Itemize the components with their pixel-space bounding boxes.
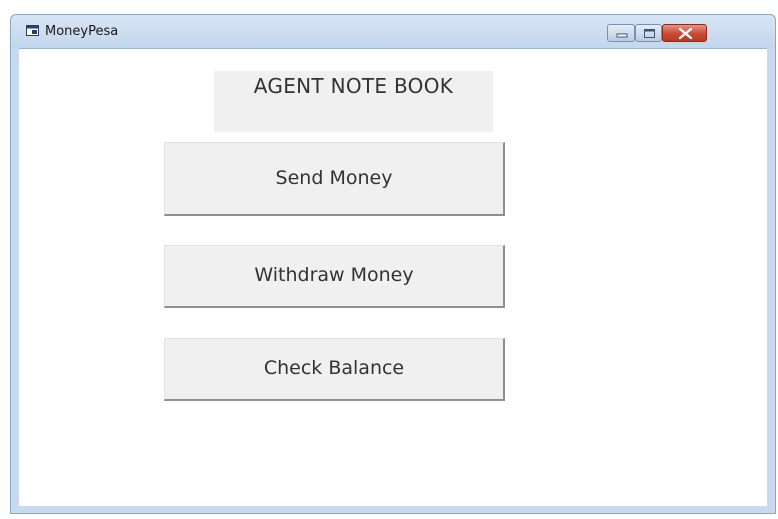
title-bar[interactable]: MoneyPesa [11, 15, 775, 48]
check-balance-button[interactable]: Check Balance [164, 338, 505, 401]
maximize-button[interactable] [635, 24, 662, 42]
minimize-button[interactable] [607, 24, 635, 42]
window-title: MoneyPesa [45, 24, 119, 39]
close-button[interactable] [662, 24, 707, 42]
window-app-icon [26, 25, 39, 36]
close-icon [678, 27, 693, 40]
page-title: AGENT NOTE BOOK [214, 71, 493, 132]
app-window: MoneyPesa AGENT NOTE BOOK Send Money Wit… [10, 14, 776, 514]
maximize-icon [644, 29, 655, 38]
send-money-button[interactable]: Send Money [164, 142, 505, 216]
withdraw-money-button[interactable]: Withdraw Money [164, 245, 505, 308]
minimize-icon [616, 33, 628, 38]
form-client-area: AGENT NOTE BOOK Send Money Withdraw Mone… [19, 48, 767, 506]
